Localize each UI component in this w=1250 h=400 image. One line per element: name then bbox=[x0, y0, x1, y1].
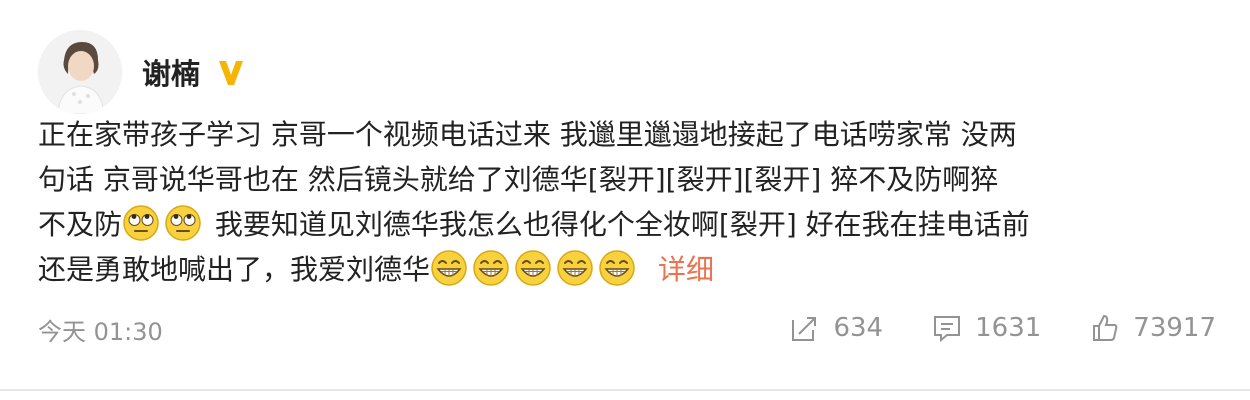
rolling-eyes-emoji bbox=[122, 204, 160, 242]
grin-emoji bbox=[430, 249, 468, 287]
like-count: 73917 bbox=[1133, 313, 1216, 343]
repost-button[interactable]: 634 bbox=[789, 312, 883, 344]
post-text: 正在家带孩子学习 京哥一个视频电话过来 我邋里邋遢地接起了电话唠家常 没两 句话… bbox=[38, 112, 1218, 292]
comment-button[interactable]: 1631 bbox=[931, 312, 1041, 344]
post-text-line: 不及防 我要知道见刘德华我怎么也得化个全妆啊[裂开] 好在我在挂电话前 bbox=[38, 202, 1218, 247]
verified-badge-icon bbox=[214, 55, 248, 89]
post-text-line: 正在家带孩子学习 京哥一个视频电话过来 我邋里邋遢地接起了电话唠家常 没两 bbox=[38, 118, 1017, 151]
action-bar: 634 1631 73917 bbox=[741, 312, 1216, 344]
post-text-line: 还是勇敢地喊出了，我爱刘德华 详细 bbox=[38, 247, 1218, 292]
author-row: 谢楠 bbox=[142, 50, 248, 94]
avatar-image bbox=[38, 30, 122, 114]
comment-count: 1631 bbox=[975, 313, 1042, 343]
grin-emoji bbox=[514, 249, 552, 287]
more-link[interactable]: 详细 bbox=[658, 253, 714, 286]
post-text-segment: 还是勇敢地喊出了，我爱刘德华 bbox=[38, 253, 431, 286]
emoji-group bbox=[430, 250, 640, 286]
post-time[interactable]: 今天 01:30 bbox=[38, 312, 163, 347]
post-text-segment: 不及防 bbox=[38, 208, 123, 241]
rolling-eyes-emoji bbox=[164, 204, 202, 242]
grin-emoji bbox=[598, 249, 636, 287]
repost-icon bbox=[792, 317, 817, 341]
repost-count: 634 bbox=[833, 313, 884, 343]
post-text-segment: 我要知道见刘德华我怎么也得化个全妆啊[裂开] 好在我在挂电话前 bbox=[206, 208, 1030, 241]
grin-emoji bbox=[556, 249, 594, 287]
like-button[interactable]: 73917 bbox=[1089, 312, 1216, 344]
thumbs-up-icon bbox=[1093, 314, 1118, 341]
grin-emoji bbox=[472, 249, 510, 287]
divider bbox=[0, 389, 1250, 391]
avatar[interactable] bbox=[38, 30, 122, 114]
post-text-line: 句话 京哥说华哥也在 然后镜头就给了刘德华[裂开][裂开][裂开] 猝不及防啊猝 bbox=[38, 163, 999, 196]
author-name[interactable]: 谢楠 bbox=[142, 51, 200, 93]
emoji-group bbox=[122, 205, 206, 241]
comment-icon bbox=[934, 316, 961, 343]
